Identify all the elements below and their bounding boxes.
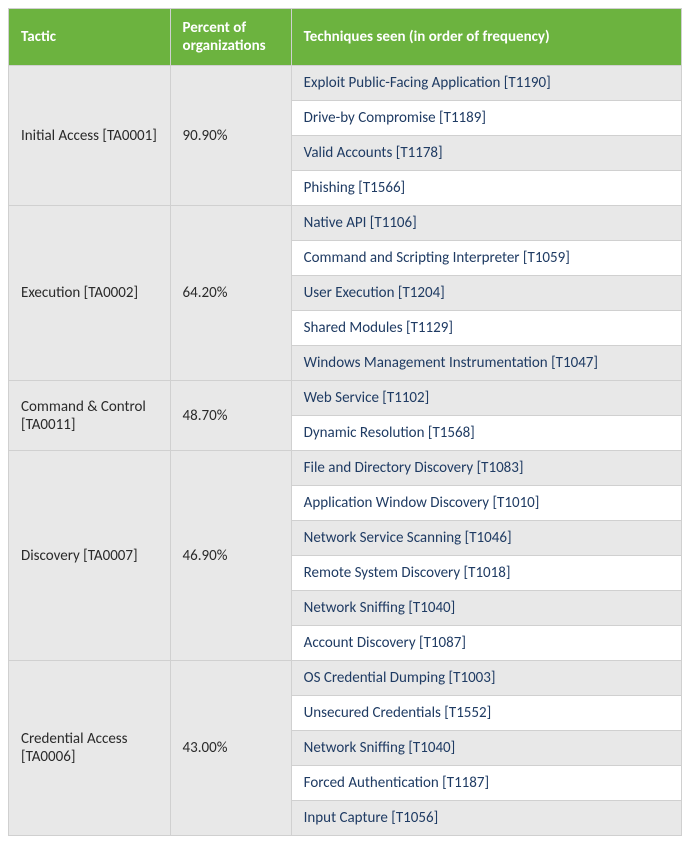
technique-cell: Drive-by Compromise [T1189] — [291, 101, 681, 136]
technique-cell: Network Sniffing [T1040] — [291, 591, 681, 626]
tactic-cell: Initial Access [TA0001] — [9, 66, 171, 206]
table-row: Command & Control [TA0011]48.70%Web Serv… — [9, 381, 682, 416]
table-row: Credential Access [TA0006]43.00%OS Crede… — [9, 661, 682, 696]
technique-cell: Exploit Public-Facing Application [T1190… — [291, 66, 681, 101]
tactic-cell: Execution [TA0002] — [9, 206, 171, 381]
percent-cell: 64.20% — [170, 206, 291, 381]
technique-cell: Network Service Scanning [T1046] — [291, 521, 681, 556]
technique-cell: Remote System Discovery [T1018] — [291, 556, 681, 591]
percent-cell: 90.90% — [170, 66, 291, 206]
technique-cell: Network Sniffing [T1040] — [291, 731, 681, 766]
header-tactic: Tactic — [9, 9, 171, 66]
technique-cell: Dynamic Resolution [T1568] — [291, 416, 681, 451]
technique-cell: Windows Management Instrumentation [T104… — [291, 346, 681, 381]
header-techniques: Techniques seen (in order of frequency) — [291, 9, 681, 66]
tactic-cell: Discovery [TA0007] — [9, 451, 171, 661]
technique-cell: User Execution [T1204] — [291, 276, 681, 311]
table-header-row: Tactic Percent of organizations Techniqu… — [9, 9, 682, 66]
technique-cell: Input Capture [T1056] — [291, 801, 681, 836]
table-row: Execution [TA0002]64.20%Native API [T110… — [9, 206, 682, 241]
technique-cell: Native API [T1106] — [291, 206, 681, 241]
technique-cell: Phishing [T1566] — [291, 171, 681, 206]
technique-cell: Shared Modules [T1129] — [291, 311, 681, 346]
technique-cell: Valid Accounts [T1178] — [291, 136, 681, 171]
percent-cell: 43.00% — [170, 661, 291, 836]
tactic-cell: Command & Control [TA0011] — [9, 381, 171, 451]
percent-cell: 46.90% — [170, 451, 291, 661]
technique-cell: File and Directory Discovery [T1083] — [291, 451, 681, 486]
percent-cell: 48.70% — [170, 381, 291, 451]
table-row: Discovery [TA0007]46.90%File and Directo… — [9, 451, 682, 486]
technique-cell: Command and Scripting Interpreter [T1059… — [291, 241, 681, 276]
attack-tactics-table: Tactic Percent of organizations Techniqu… — [8, 8, 682, 836]
technique-cell: Web Service [T1102] — [291, 381, 681, 416]
technique-cell: Unsecured Credentials [T1552] — [291, 696, 681, 731]
table-row: Initial Access [TA0001]90.90%Exploit Pub… — [9, 66, 682, 101]
tactic-cell: Credential Access [TA0006] — [9, 661, 171, 836]
technique-cell: OS Credential Dumping [T1003] — [291, 661, 681, 696]
technique-cell: Account Discovery [T1087] — [291, 626, 681, 661]
technique-cell: Application Window Discovery [T1010] — [291, 486, 681, 521]
header-percent: Percent of organizations — [170, 9, 291, 66]
technique-cell: Forced Authentication [T1187] — [291, 766, 681, 801]
